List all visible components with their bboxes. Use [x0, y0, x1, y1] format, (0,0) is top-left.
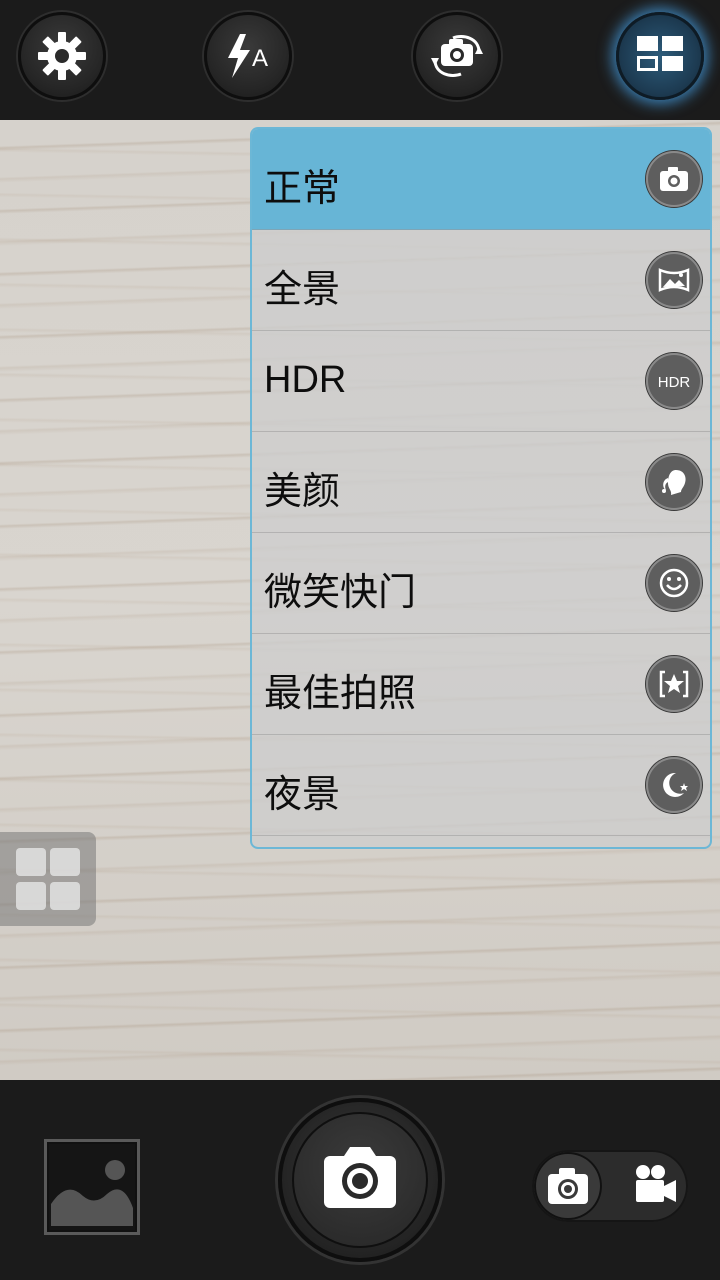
gallery-thumbnail-icon	[49, 1144, 135, 1230]
gear-icon	[38, 32, 86, 80]
smile-icon	[646, 555, 702, 611]
camera-switch-icon	[431, 35, 483, 77]
menu-item-label: 正常	[264, 168, 341, 210]
shutter-camera-icon	[324, 1147, 396, 1208]
video-mode-icon	[636, 1165, 676, 1202]
menu-item-smile-shutter[interactable]: 微笑快门	[252, 533, 710, 634]
scene-mode-button[interactable]	[616, 12, 704, 100]
menu-item-panorama[interactable]: 全景	[252, 230, 710, 331]
photo-video-switch[interactable]	[532, 1150, 688, 1222]
grid-overlay-button[interactable]	[0, 832, 96, 926]
panorama-icon	[646, 252, 702, 308]
menu-item-label: 美颜	[264, 471, 341, 513]
menu-item-label: HDR	[264, 359, 347, 401]
menu-item-beauty[interactable]: 美颜	[252, 432, 710, 533]
menu-item-best-shot[interactable]: 最佳拍照	[252, 634, 710, 735]
switch-camera-button[interactable]	[413, 12, 501, 100]
scene-mode-menu: 正常 全景 HDR HDR 美颜 微笑快门 最佳拍照 夜景	[250, 127, 712, 849]
menu-item-label: 夜景	[264, 774, 341, 816]
menu-item-label: 全景	[264, 269, 341, 311]
hdr-icon: HDR	[646, 353, 702, 409]
beauty-icon	[646, 454, 702, 510]
flash-auto-icon: A	[228, 34, 268, 78]
bottom-toolbar	[0, 1080, 720, 1280]
menu-item-label: 最佳拍照	[264, 673, 417, 715]
menu-item-hdr[interactable]: HDR HDR	[252, 331, 710, 432]
menu-item-night[interactable]: 夜景	[252, 735, 710, 836]
grid-mode-icon	[637, 36, 683, 71]
hdr-icon-text: HDR	[658, 374, 691, 391]
gallery-thumbnail[interactable]	[44, 1139, 140, 1235]
best-shot-icon	[646, 656, 702, 712]
menu-item-normal[interactable]: 正常	[252, 129, 710, 230]
flash-button[interactable]: A	[204, 12, 292, 100]
camera-icon	[646, 151, 702, 207]
night-icon	[646, 757, 702, 813]
top-toolbar: A	[0, 0, 720, 120]
flash-mode-label: A	[252, 45, 268, 72]
shutter-button[interactable]	[278, 1098, 442, 1262]
settings-button[interactable]	[18, 12, 106, 100]
photo-mode-icon	[548, 1168, 588, 1204]
menu-item-label: 微笑快门	[264, 572, 417, 614]
photo-mode-knob[interactable]	[534, 1152, 602, 1220]
